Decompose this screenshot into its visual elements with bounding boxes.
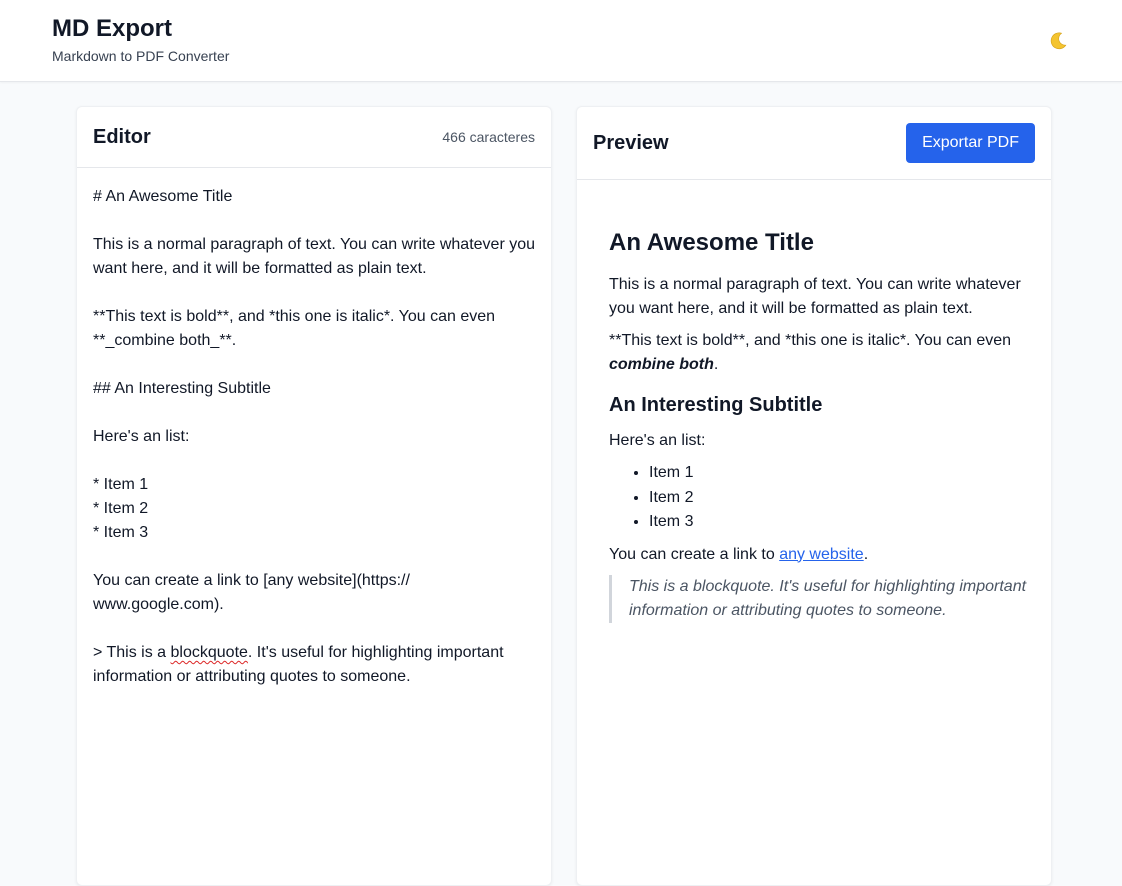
- preview-content: An Awesome Title This is a normal paragr…: [609, 227, 1029, 623]
- link-suffix: .: [863, 545, 869, 563]
- preview-list-intro: Here's an list:: [609, 432, 706, 449]
- editor-line: want here, and it will be formatted as p…: [93, 260, 427, 277]
- editor-line: Here's an list:: [93, 428, 190, 445]
- list-item: Item 3: [649, 510, 1029, 535]
- emphasis-strong-italic: combine both: [609, 356, 714, 373]
- editor-line: **_combine both_**.: [93, 332, 237, 349]
- list-item: Item 2: [649, 486, 1029, 511]
- export-pdf-button[interactable]: Exportar PDF: [906, 123, 1035, 163]
- theme-toggle-button[interactable]: [1044, 28, 1072, 54]
- editor-line: # An Awesome Title: [93, 188, 233, 205]
- preview-panel: Preview Exportar PDF An Awesome Title Th…: [576, 106, 1052, 886]
- editor-line: * Item 1: [93, 476, 149, 493]
- character-count-label: caracteres: [469, 129, 535, 145]
- emphasis-strong: combine both: [609, 356, 714, 373]
- editor-line: ## An Interesting Subtitle: [93, 380, 271, 397]
- preview-link[interactable]: any website: [779, 546, 864, 563]
- app-subtitle: Markdown to PDF Converter: [52, 48, 230, 64]
- editor-line: www.google.com).: [93, 596, 224, 613]
- editor-line: **This text is bold**, and *this one is …: [93, 308, 496, 325]
- editor-panel: Editor 466 caracteres # An Awesome Title…: [76, 106, 552, 886]
- preview-list: Item 1 Item 2 Item 3: [609, 461, 1029, 535]
- list-item: Item 1: [649, 461, 1029, 486]
- preview-header: Preview Exportar PDF: [577, 107, 1051, 180]
- preview-emphasis-paragraph: **This text is bold**, and *this one is …: [609, 329, 1029, 377]
- editor-line: information or attributing quotes to som…: [93, 668, 411, 685]
- editor-title: Editor: [93, 126, 151, 148]
- app-header: MD Export Markdown to PDF Converter: [0, 0, 1122, 82]
- editor-header: Editor 466 caracteres: [77, 107, 551, 168]
- preview-paragraph: This is a normal paragraph of text. You …: [609, 276, 1021, 317]
- character-count: 466 caracteres: [442, 129, 535, 145]
- misspelled-word: blockquote: [170, 644, 248, 661]
- markdown-textarea[interactable]: # An Awesome Title This is a normal parag…: [93, 185, 539, 689]
- link-prefix: You can create a link to: [609, 545, 780, 563]
- editor-line: * Item 2: [93, 500, 149, 517]
- editor-line: > This is a blockquote. It's useful for …: [93, 644, 504, 661]
- editor-line: This is a normal paragraph of text. You …: [93, 236, 536, 253]
- moon-icon: [1050, 32, 1067, 50]
- preview-heading-1: An Awesome Title: [609, 229, 814, 256]
- app-title: MD Export: [52, 15, 172, 42]
- preview-link-paragraph: You can create a link to any website.: [609, 543, 1029, 567]
- character-count-value: 466: [442, 129, 466, 145]
- emphasis-end: .: [713, 356, 719, 373]
- emphasis-text: **This text is bold**, and *this one is …: [609, 332, 1012, 349]
- preview-heading-2: An Interesting Subtitle: [609, 394, 823, 416]
- editor-line: You can create a link to [any website](h…: [93, 572, 410, 589]
- editor-line: * Item 3: [93, 524, 149, 541]
- preview-blockquote: This is a blockquote. It's useful for hi…: [609, 574, 1029, 623]
- preview-title: Preview: [593, 132, 669, 154]
